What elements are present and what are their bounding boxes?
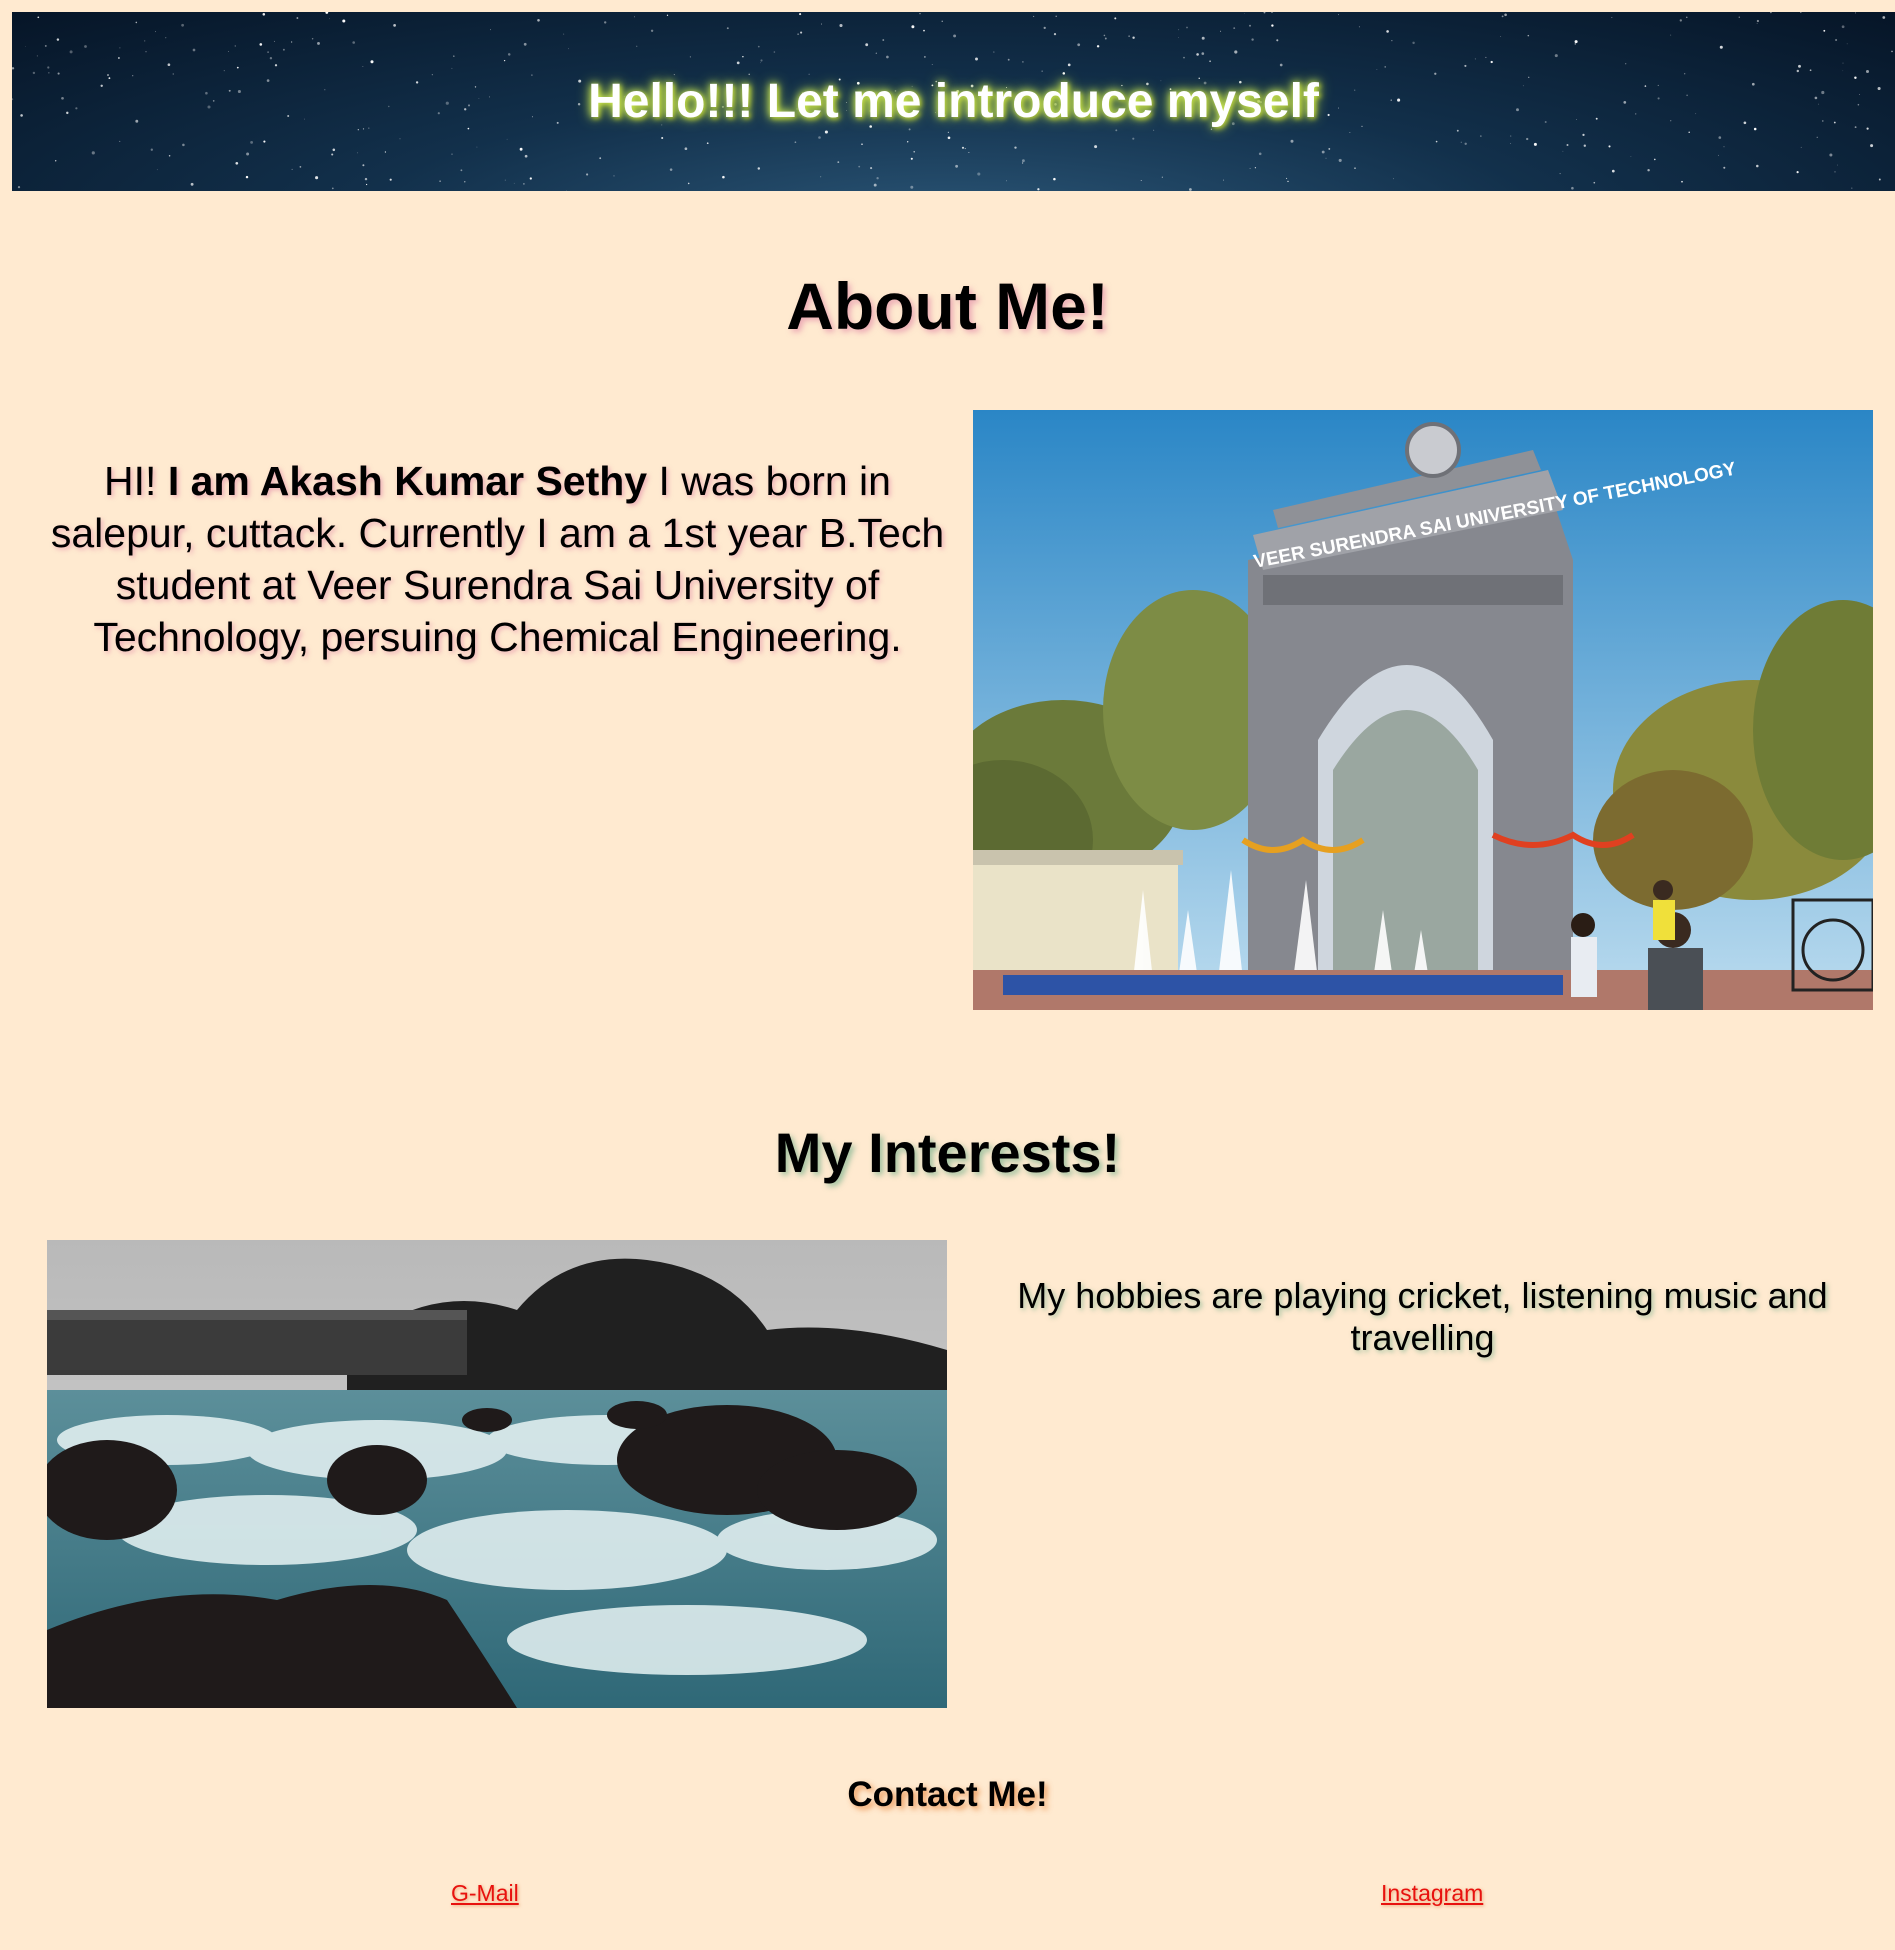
university-gate-photo: VEER SURENDRA SAI UNIVERSITY OF TECHNOLO… xyxy=(973,410,1873,1010)
about-name: I am Akash Kumar Sethy xyxy=(167,458,648,504)
interests-heading: My Interests! xyxy=(774,1121,1121,1184)
about-paragraph: HI! I am Akash Kumar Sethy I was born in… xyxy=(45,455,950,663)
instagram-link[interactable]: Instagram xyxy=(1381,1880,1483,1907)
about-greeting: HI! xyxy=(104,458,168,504)
contact-heading: Contact Me! xyxy=(847,1775,1048,1814)
header-banner: Hello!!! Let me introduce myself xyxy=(12,12,1895,191)
interests-paragraph: My hobbies are playing cricket, listenin… xyxy=(1017,1275,1828,1358)
about-heading: About Me! xyxy=(786,269,1109,343)
waterfall-photo xyxy=(47,1240,947,1708)
page-title: Hello!!! Let me introduce myself xyxy=(588,75,1319,128)
gmail-link[interactable]: G-Mail xyxy=(451,1880,519,1907)
